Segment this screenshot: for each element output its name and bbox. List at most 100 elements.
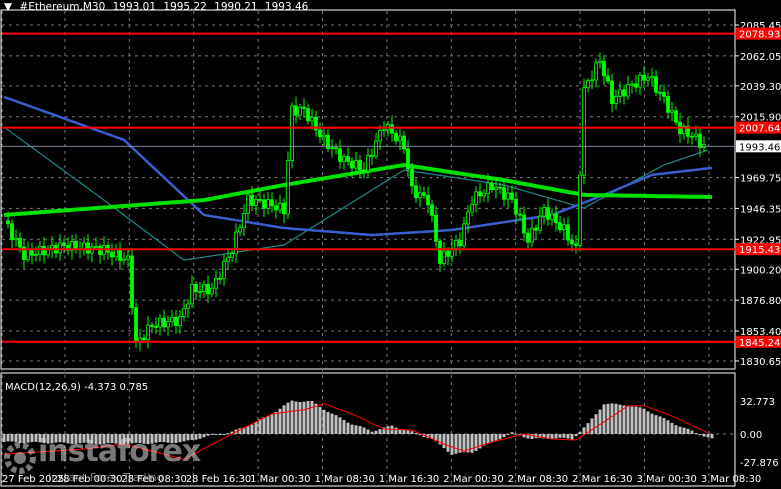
candle-body bbox=[290, 105, 294, 161]
candle-body bbox=[310, 116, 314, 122]
macd-histogram-bar bbox=[626, 406, 630, 434]
watermark-brand: instaforex bbox=[38, 434, 201, 469]
candle-body bbox=[86, 242, 90, 254]
candle-body bbox=[342, 156, 346, 162]
macd-histogram-bar bbox=[302, 401, 306, 434]
candle-body bbox=[514, 198, 518, 215]
candle-body bbox=[178, 316, 182, 327]
chart-canvas[interactable]: 2085.452062.052039.302015.901969.751946.… bbox=[0, 0, 781, 489]
candle-body bbox=[302, 106, 306, 109]
candle-body bbox=[534, 227, 538, 231]
candle-body bbox=[42, 245, 46, 256]
macd-histogram-bar bbox=[602, 404, 606, 434]
candle-body bbox=[242, 212, 246, 229]
main-panel-frame bbox=[0, 9, 736, 370]
macd-histogram-bar bbox=[598, 409, 602, 434]
candle-body bbox=[26, 248, 30, 261]
macd-histogram-bar bbox=[490, 434, 494, 442]
macd-histogram-bar bbox=[294, 401, 298, 434]
price-tick-label: 2039.30 bbox=[740, 82, 781, 93]
macd-histogram-bar bbox=[614, 403, 618, 434]
macd-histogram-bar bbox=[358, 426, 362, 434]
macd-histogram-bar bbox=[678, 426, 682, 434]
candle-body bbox=[474, 191, 478, 205]
candle-body bbox=[414, 185, 418, 199]
macd-histogram-bar bbox=[474, 434, 478, 451]
candle-body bbox=[530, 227, 534, 243]
macd-histogram-bar bbox=[550, 434, 554, 439]
candle-body bbox=[126, 255, 130, 260]
time-tick-label: 2 Mar 16:30 bbox=[572, 474, 632, 485]
candle-body bbox=[422, 192, 426, 196]
candle-body bbox=[298, 106, 302, 116]
candle-body bbox=[574, 243, 578, 246]
macd-tick-label: 0.00 bbox=[740, 430, 762, 441]
dropdown-triangle-icon[interactable]: ▼ bbox=[4, 1, 12, 13]
macd-histogram-bar bbox=[594, 414, 598, 434]
candle-body bbox=[690, 135, 694, 138]
candle-body bbox=[654, 76, 658, 93]
macd-histogram-bar bbox=[590, 418, 594, 434]
candle-body bbox=[430, 204, 434, 216]
candle-body bbox=[482, 192, 486, 197]
candle-body bbox=[390, 124, 394, 134]
candle-body bbox=[370, 155, 374, 157]
candle-body bbox=[330, 147, 334, 150]
macd-histogram-bar bbox=[366, 429, 370, 434]
candle-body bbox=[674, 110, 678, 123]
candle-body bbox=[662, 92, 666, 97]
candle-body bbox=[122, 258, 126, 261]
candle-body bbox=[150, 324, 154, 327]
macd-histogram-bar bbox=[462, 434, 466, 453]
candle-body bbox=[38, 245, 42, 255]
time-tick-label: 2 Mar 08:30 bbox=[508, 474, 568, 485]
candle-body bbox=[394, 132, 398, 142]
candle-body bbox=[318, 129, 322, 138]
candle-body bbox=[58, 242, 62, 254]
candle-body bbox=[438, 240, 442, 264]
candle-body bbox=[546, 207, 550, 220]
level-price-label: 1845.24 bbox=[739, 338, 780, 349]
candle-body bbox=[366, 155, 370, 172]
ohlc-open: 1993.01 bbox=[112, 1, 157, 13]
candle-body bbox=[670, 110, 674, 113]
candle-body bbox=[562, 224, 566, 231]
macd-histogram-bar bbox=[646, 411, 650, 434]
gear-logo-icon bbox=[4, 442, 36, 474]
candle-body bbox=[282, 202, 286, 215]
candle-body bbox=[506, 192, 510, 200]
macd-histogram-bar bbox=[226, 433, 230, 435]
candle-body bbox=[218, 277, 222, 280]
macd-histogram-bar bbox=[402, 429, 406, 434]
macd-histogram-bar bbox=[218, 434, 222, 435]
macd-histogram-bar bbox=[470, 434, 474, 453]
time-tick-label: 28 Feb 16:30 bbox=[186, 474, 252, 485]
candle-body bbox=[538, 215, 542, 231]
candle-body bbox=[50, 244, 54, 250]
candle-body bbox=[262, 199, 266, 209]
macd-histogram-bar bbox=[450, 434, 454, 455]
candle-body bbox=[598, 60, 602, 64]
candle-body bbox=[694, 133, 698, 137]
candle-body bbox=[306, 108, 310, 122]
instaforex-watermark: instaforex Instant Forex Trading bbox=[2, 434, 201, 484]
candle-body bbox=[378, 130, 382, 142]
candle-body bbox=[610, 80, 614, 104]
candle-body bbox=[10, 223, 14, 241]
macd-histogram-bar bbox=[326, 411, 330, 434]
price-tick-label: 1946.35 bbox=[740, 204, 781, 215]
price-tick-label: 2062.05 bbox=[740, 52, 781, 63]
candle-body bbox=[578, 174, 582, 246]
candle-body bbox=[110, 251, 114, 258]
candle-body bbox=[638, 74, 642, 88]
time-tick-label: 1 Mar 08:30 bbox=[315, 474, 375, 485]
candle-body bbox=[258, 199, 262, 201]
macd-histogram-bar bbox=[270, 414, 274, 434]
macd-histogram-bar bbox=[658, 416, 662, 434]
macd-histogram-bar bbox=[654, 415, 658, 434]
macd-histogram-bar bbox=[558, 434, 562, 438]
candle-body bbox=[206, 283, 210, 295]
candle-body bbox=[458, 240, 462, 247]
macd-histogram-bar bbox=[306, 401, 310, 434]
candle-body bbox=[286, 160, 290, 215]
